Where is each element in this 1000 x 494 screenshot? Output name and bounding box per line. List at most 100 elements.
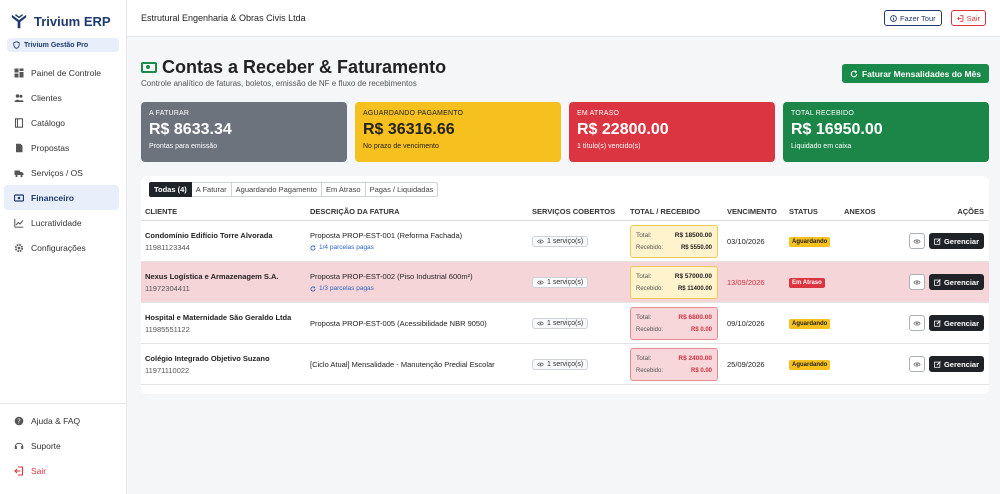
installments-text: 1/3 parcelas pagas (319, 285, 374, 292)
services-badge[interactable]: 1 serviço(s) (532, 276, 589, 288)
table-row: Colégio Integrado Objetivo Suzano 119711… (141, 344, 989, 385)
tab-a-faturar[interactable]: A Faturar (191, 182, 232, 197)
eye-icon (537, 280, 544, 284)
cell-status: Aguardando (789, 236, 844, 247)
table-row: Hospital e Maternidade São Geraldo Ltda … (141, 303, 989, 344)
sidebar-item-ajuda[interactable]: ? Ajuda & FAQ (4, 408, 120, 433)
main-content: Contas a Receber & Faturamento Controle … (127, 37, 1000, 494)
sidebar-item-painel[interactable]: Painel de Controle (4, 60, 119, 85)
cell-desc: Proposta PROP-EST-005 (Acessibilidade NB… (310, 319, 532, 328)
truck-icon (14, 170, 24, 177)
sidebar-item-suporte[interactable]: Suporte (4, 433, 120, 458)
exit-button-label: Sair (966, 13, 980, 23)
sidebar-item-configuracoes[interactable]: Configurações (4, 235, 119, 260)
due-date: 03/10/2026 (727, 236, 765, 246)
eye-icon (913, 239, 921, 243)
edit-icon (934, 237, 941, 245)
sidebar-item-lucratividade[interactable]: Lucratividade (4, 210, 119, 235)
cell-due: 09/10/2026 (727, 319, 789, 328)
chart-icon (14, 218, 24, 228)
eye-icon (913, 362, 921, 366)
tab-pagas[interactable]: Pagas / Liquidadas (365, 182, 439, 197)
sidebar-item-label: Suporte (31, 440, 61, 451)
header-descricao: DESCRIÇÃO DA FATURA (310, 207, 400, 216)
tour-button[interactable]: Fazer Tour (883, 10, 942, 26)
eye-icon (913, 321, 921, 325)
sidebar-item-label: Clientes (31, 92, 62, 103)
refresh-icon (850, 69, 858, 77)
total-value: R$ 6800.00 (678, 313, 712, 321)
total-box: Total: R$ 18500.00 Recebido: R$ 5550.00 (630, 224, 718, 258)
total-label: Total: (636, 231, 652, 239)
sidebar-item-label: Financeiro (31, 192, 74, 203)
view-button[interactable] (908, 356, 925, 372)
received-value: R$ 11400.00 (677, 286, 712, 292)
received-value: R$ 0.00 (690, 368, 712, 374)
book-icon (14, 117, 24, 128)
cell-services: 1 serviço(s) (532, 276, 630, 288)
trivium-logo-icon (11, 14, 27, 29)
workspace-badge[interactable]: Trivium Gestão Pro (7, 38, 119, 52)
total-line: Total: R$ 6800.00 (636, 311, 712, 324)
services-badge[interactable]: 1 serviço(s) (532, 235, 589, 247)
sidebar-item-label: Configurações (31, 242, 86, 253)
sidebar-item-financeiro[interactable]: Financeiro (4, 185, 119, 210)
services-badge[interactable]: 1 serviço(s) (532, 358, 589, 370)
cell-total: Total: R$ 2400.00 Recebido: R$ 0.00 (630, 347, 727, 381)
gear-icon (14, 243, 24, 252)
total-line: Total: R$ 2400.00 (636, 352, 712, 365)
card-label: A Faturar (149, 110, 190, 117)
sidebar-item-servicos[interactable]: Serviços / OS (4, 160, 119, 185)
sidebar-item-catalogo[interactable]: Catálogo (4, 110, 119, 135)
brand[interactable]: Trivium ERP (0, 0, 126, 32)
sidebar-nav: Painel de Controle Clientes Catálogo Pro… (0, 60, 126, 260)
document-icon (16, 143, 23, 152)
services-count: 1 serviço(s) (547, 237, 584, 245)
sidebar-item-label: Lucratividade (31, 217, 82, 228)
view-button[interactable] (908, 315, 925, 331)
card-aguardando: Aguardando Pagamento R$ 36316.66 No praz… (355, 102, 561, 162)
view-button[interactable] (908, 233, 925, 249)
total-box: Total: R$ 2400.00 Recebido: R$ 0.00 (630, 347, 718, 381)
page-subtitle: Controle analítico de faturas, boletos, … (141, 79, 417, 88)
header-total: TOTAL / RECEBIDO (630, 207, 701, 216)
manage-button[interactable]: Gerenciar (928, 356, 984, 372)
manage-button[interactable]: Gerenciar (928, 233, 984, 249)
cell-actions: Gerenciar (896, 233, 989, 249)
tab-todas[interactable]: Todas (4) (149, 182, 192, 197)
topbar: Estrutural Engenharia & Obras Civis Ltda… (127, 0, 1000, 37)
status-badge: Aguardando (789, 359, 831, 370)
card-value: R$ 16950.00 (791, 121, 883, 138)
cell-services: 1 serviço(s) (532, 235, 630, 247)
filter-tabs: Todas (4) A Faturar Aguardando Pagamento… (141, 176, 989, 203)
total-value: R$ 18500.00 (674, 231, 712, 239)
services-badge[interactable]: 1 serviço(s) (532, 317, 589, 329)
tab-em-atraso[interactable]: Em Atraso (321, 182, 366, 197)
cell-due: 13/09/2026 (727, 278, 789, 287)
info-icon (890, 14, 897, 22)
headset-icon (14, 442, 24, 449)
sidebar-item-propostas[interactable]: Propostas (4, 135, 119, 160)
received-value: R$ 0.00 (690, 327, 712, 333)
cell-services: 1 serviço(s) (532, 317, 630, 329)
row-actions: Gerenciar (908, 356, 984, 372)
manage-button-label: Gerenciar (943, 318, 979, 328)
client-name: Condomínio Edifício Torre Alvorada (145, 230, 273, 240)
due-date: 13/09/2026 (727, 277, 765, 287)
received-label: Recebido: (636, 327, 664, 333)
manage-button[interactable]: Gerenciar (928, 315, 984, 331)
bill-month-button[interactable]: Faturar Mensalidades do Mês (841, 64, 989, 83)
view-button[interactable] (908, 274, 925, 290)
cell-services: 1 serviço(s) (532, 358, 630, 370)
cell-client: Nexus Logística e Armazenagem S.A. 11972… (141, 272, 310, 293)
cell-total: Total: R$ 6800.00 Recebido: R$ 0.00 (630, 306, 727, 340)
sidebar-item-sair[interactable]: Sair (4, 458, 120, 483)
sidebar-item-clientes[interactable]: Clientes (4, 85, 119, 110)
eye-icon (537, 321, 544, 325)
manage-button-label: Gerenciar (943, 277, 979, 287)
tab-aguardando[interactable]: Aguardando Pagamento (231, 182, 322, 197)
exit-button[interactable]: Sair (950, 10, 986, 26)
received-line: Recebido: R$ 0.00 (636, 365, 712, 378)
manage-button[interactable]: Gerenciar (928, 274, 984, 290)
total-box: Total: R$ 57000.00 Recebido: R$ 11400.00 (630, 265, 718, 299)
